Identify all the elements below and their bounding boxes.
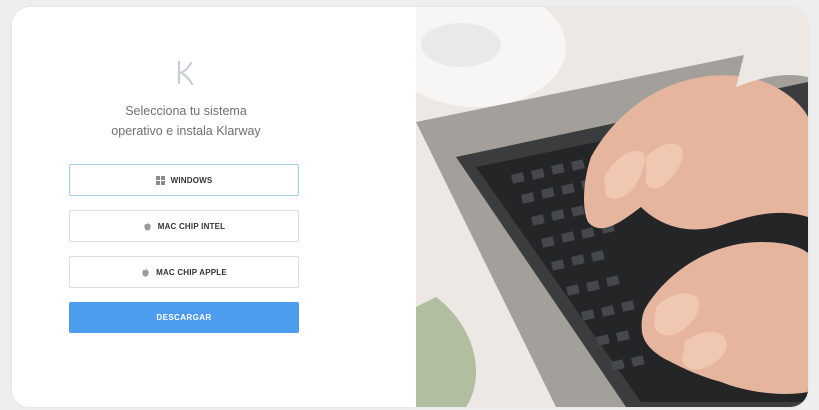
klarway-logo-icon — [177, 60, 194, 86]
option-mac-apple-label: MAC CHIP APPLE — [156, 267, 227, 277]
install-panel: Selecciona tu sistema operativo e instal… — [12, 7, 416, 407]
install-card: Selecciona tu sistema operativo e instal… — [12, 7, 808, 407]
install-heading: Selecciona tu sistema operativo e instal… — [64, 101, 308, 141]
option-windows[interactable]: WINDOWS — [69, 164, 299, 196]
option-windows-label: WINDOWS — [170, 175, 213, 185]
apple-icon — [141, 267, 150, 277]
windows-icon — [155, 175, 165, 185]
heading-line-2: operativo e instala Klarway — [111, 124, 261, 138]
laptop-typing-photo — [416, 7, 808, 407]
option-mac-apple[interactable]: MAC CHIP APPLE — [69, 256, 299, 288]
download-button[interactable]: DESCARGAR — [69, 302, 299, 333]
option-mac-intel-label: MAC CHIP INTEL — [157, 221, 226, 231]
option-mac-intel[interactable]: MAC CHIP INTEL — [69, 210, 299, 242]
heading-line-1: Selecciona tu sistema — [125, 104, 247, 118]
apple-icon — [143, 221, 152, 231]
